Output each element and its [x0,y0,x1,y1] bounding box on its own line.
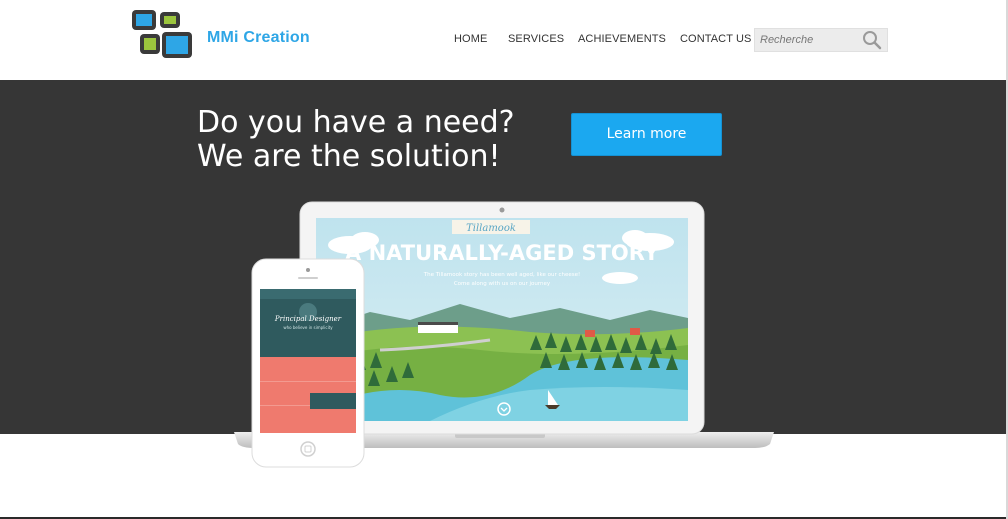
phone-tagline: who believe in simplicity [283,325,333,330]
phone-mockup: Principal Designer who believe in simpli… [251,258,365,468]
phone-title: Principal Designer [274,315,342,323]
search-input[interactable] [755,29,855,51]
laptop-brand: Tillamook [466,223,516,234]
laptop-tagline-2: Come along with us on our journey [454,281,551,287]
nav-home[interactable]: HOME [454,33,487,45]
header: MMi Creation HOME SERVICES ACHIEVEMENTS … [0,0,1008,80]
laptop-screen: Tillamook A NATURALLY-AGED STORY The Til… [316,218,688,421]
laptop-camera [499,207,505,213]
learn-more-button[interactable]: Learn more [571,113,722,156]
devices-illustration: Tillamook A NATURALLY-AGED STORY The Til… [234,201,774,468]
hero-headline-line-2: We are the solution! [197,139,501,174]
nav-services[interactable]: SERVICES [508,33,564,45]
search-icon[interactable] [861,30,883,50]
laptop-title: A NATURALLY-AGED STORY [345,241,660,265]
brand-name[interactable]: MMi Creation [207,29,310,47]
hero-headline-line-1: Do you have a need? [197,105,515,140]
nav-achievements[interactable]: ACHIEVEMENTS [578,33,666,45]
search-box [754,28,888,52]
laptop-tagline-1: The Tillamook story has been well aged, … [423,272,580,278]
logo-icon[interactable] [130,8,196,60]
hero-headline: Do you have a need? We are the solution! [197,106,515,174]
nav-contact-us[interactable]: CONTACT US [680,33,752,45]
